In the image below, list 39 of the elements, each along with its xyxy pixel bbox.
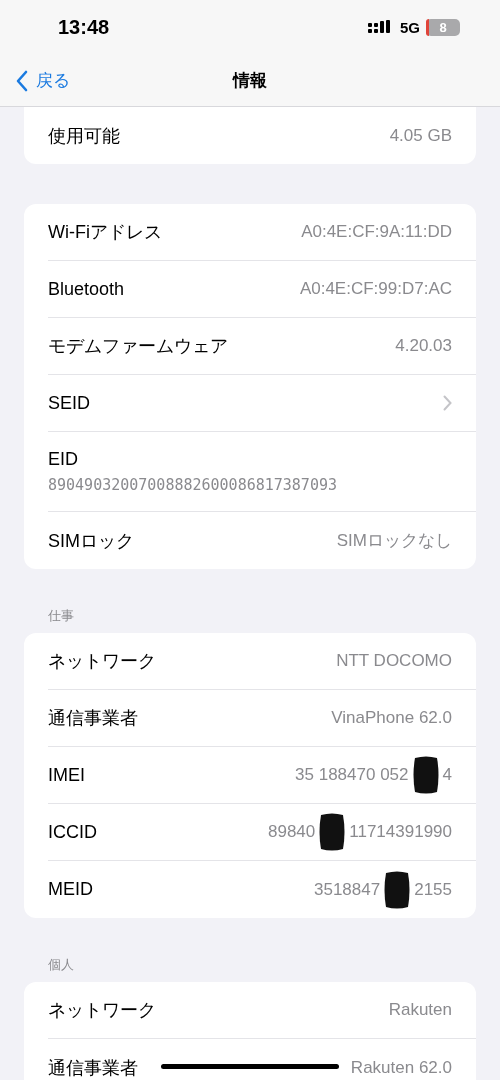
row-value: NTT DOCOMO: [336, 651, 452, 671]
row-label: モデムファームウェア: [48, 335, 228, 358]
row-label: ネットワーク: [48, 999, 156, 1022]
row-label: ネットワーク: [48, 650, 156, 673]
row-label: SIMロック: [48, 529, 134, 553]
row-label: Bluetooth: [48, 278, 125, 300]
row-label: EID: [48, 449, 78, 470]
row-label: Wi-Fiアドレス: [48, 221, 162, 244]
chevron-left-icon: [16, 69, 28, 92]
row-value: 35 188470 052: [295, 765, 409, 785]
row-value: 4: [442, 765, 452, 785]
page-title: 情報: [233, 70, 267, 92]
section-header: 個人: [47, 956, 75, 974]
row-label: IMEI: [48, 764, 85, 786]
row-value: 4.20.03: [395, 336, 452, 356]
row-value: 89840: [267, 822, 316, 842]
row-label: MEID: [48, 879, 93, 900]
back-button[interactable]: 戻る: [0, 69, 70, 92]
row-label: 通信事業者: [48, 707, 138, 730]
chevron-right-icon[interactable]: [443, 395, 452, 411]
section-header: 仕事: [47, 607, 75, 625]
row-label: 使用可能: [48, 124, 120, 148]
row-label[interactable]: SEID: [48, 392, 90, 414]
row-value: A0:4E:CF:99:D7:AC: [299, 279, 452, 299]
row-value: Rakuten: [388, 1000, 452, 1020]
row-value: A0:4E:CF:9A:11:DD: [301, 222, 452, 242]
clock-time: 13:48: [58, 16, 110, 39]
battery-indicator: 8: [426, 19, 460, 36]
row-label: 通信事業者: [48, 1056, 138, 1080]
row-value: 4.05 GB: [389, 125, 452, 146]
row-value: 11714391990: [349, 822, 452, 842]
row-value: Rakuten 62.0: [350, 1057, 452, 1078]
row-value: SIMロックなし: [336, 530, 452, 552]
network-type: 5G: [400, 19, 420, 36]
row-value: 89049032007008882600086817387093: [48, 476, 337, 494]
row-value: VinaPhone 62.0: [331, 708, 452, 728]
row-label: ICCID: [48, 821, 97, 843]
row-value: 2155: [414, 879, 452, 900]
row-value: 3518847: [314, 879, 381, 900]
